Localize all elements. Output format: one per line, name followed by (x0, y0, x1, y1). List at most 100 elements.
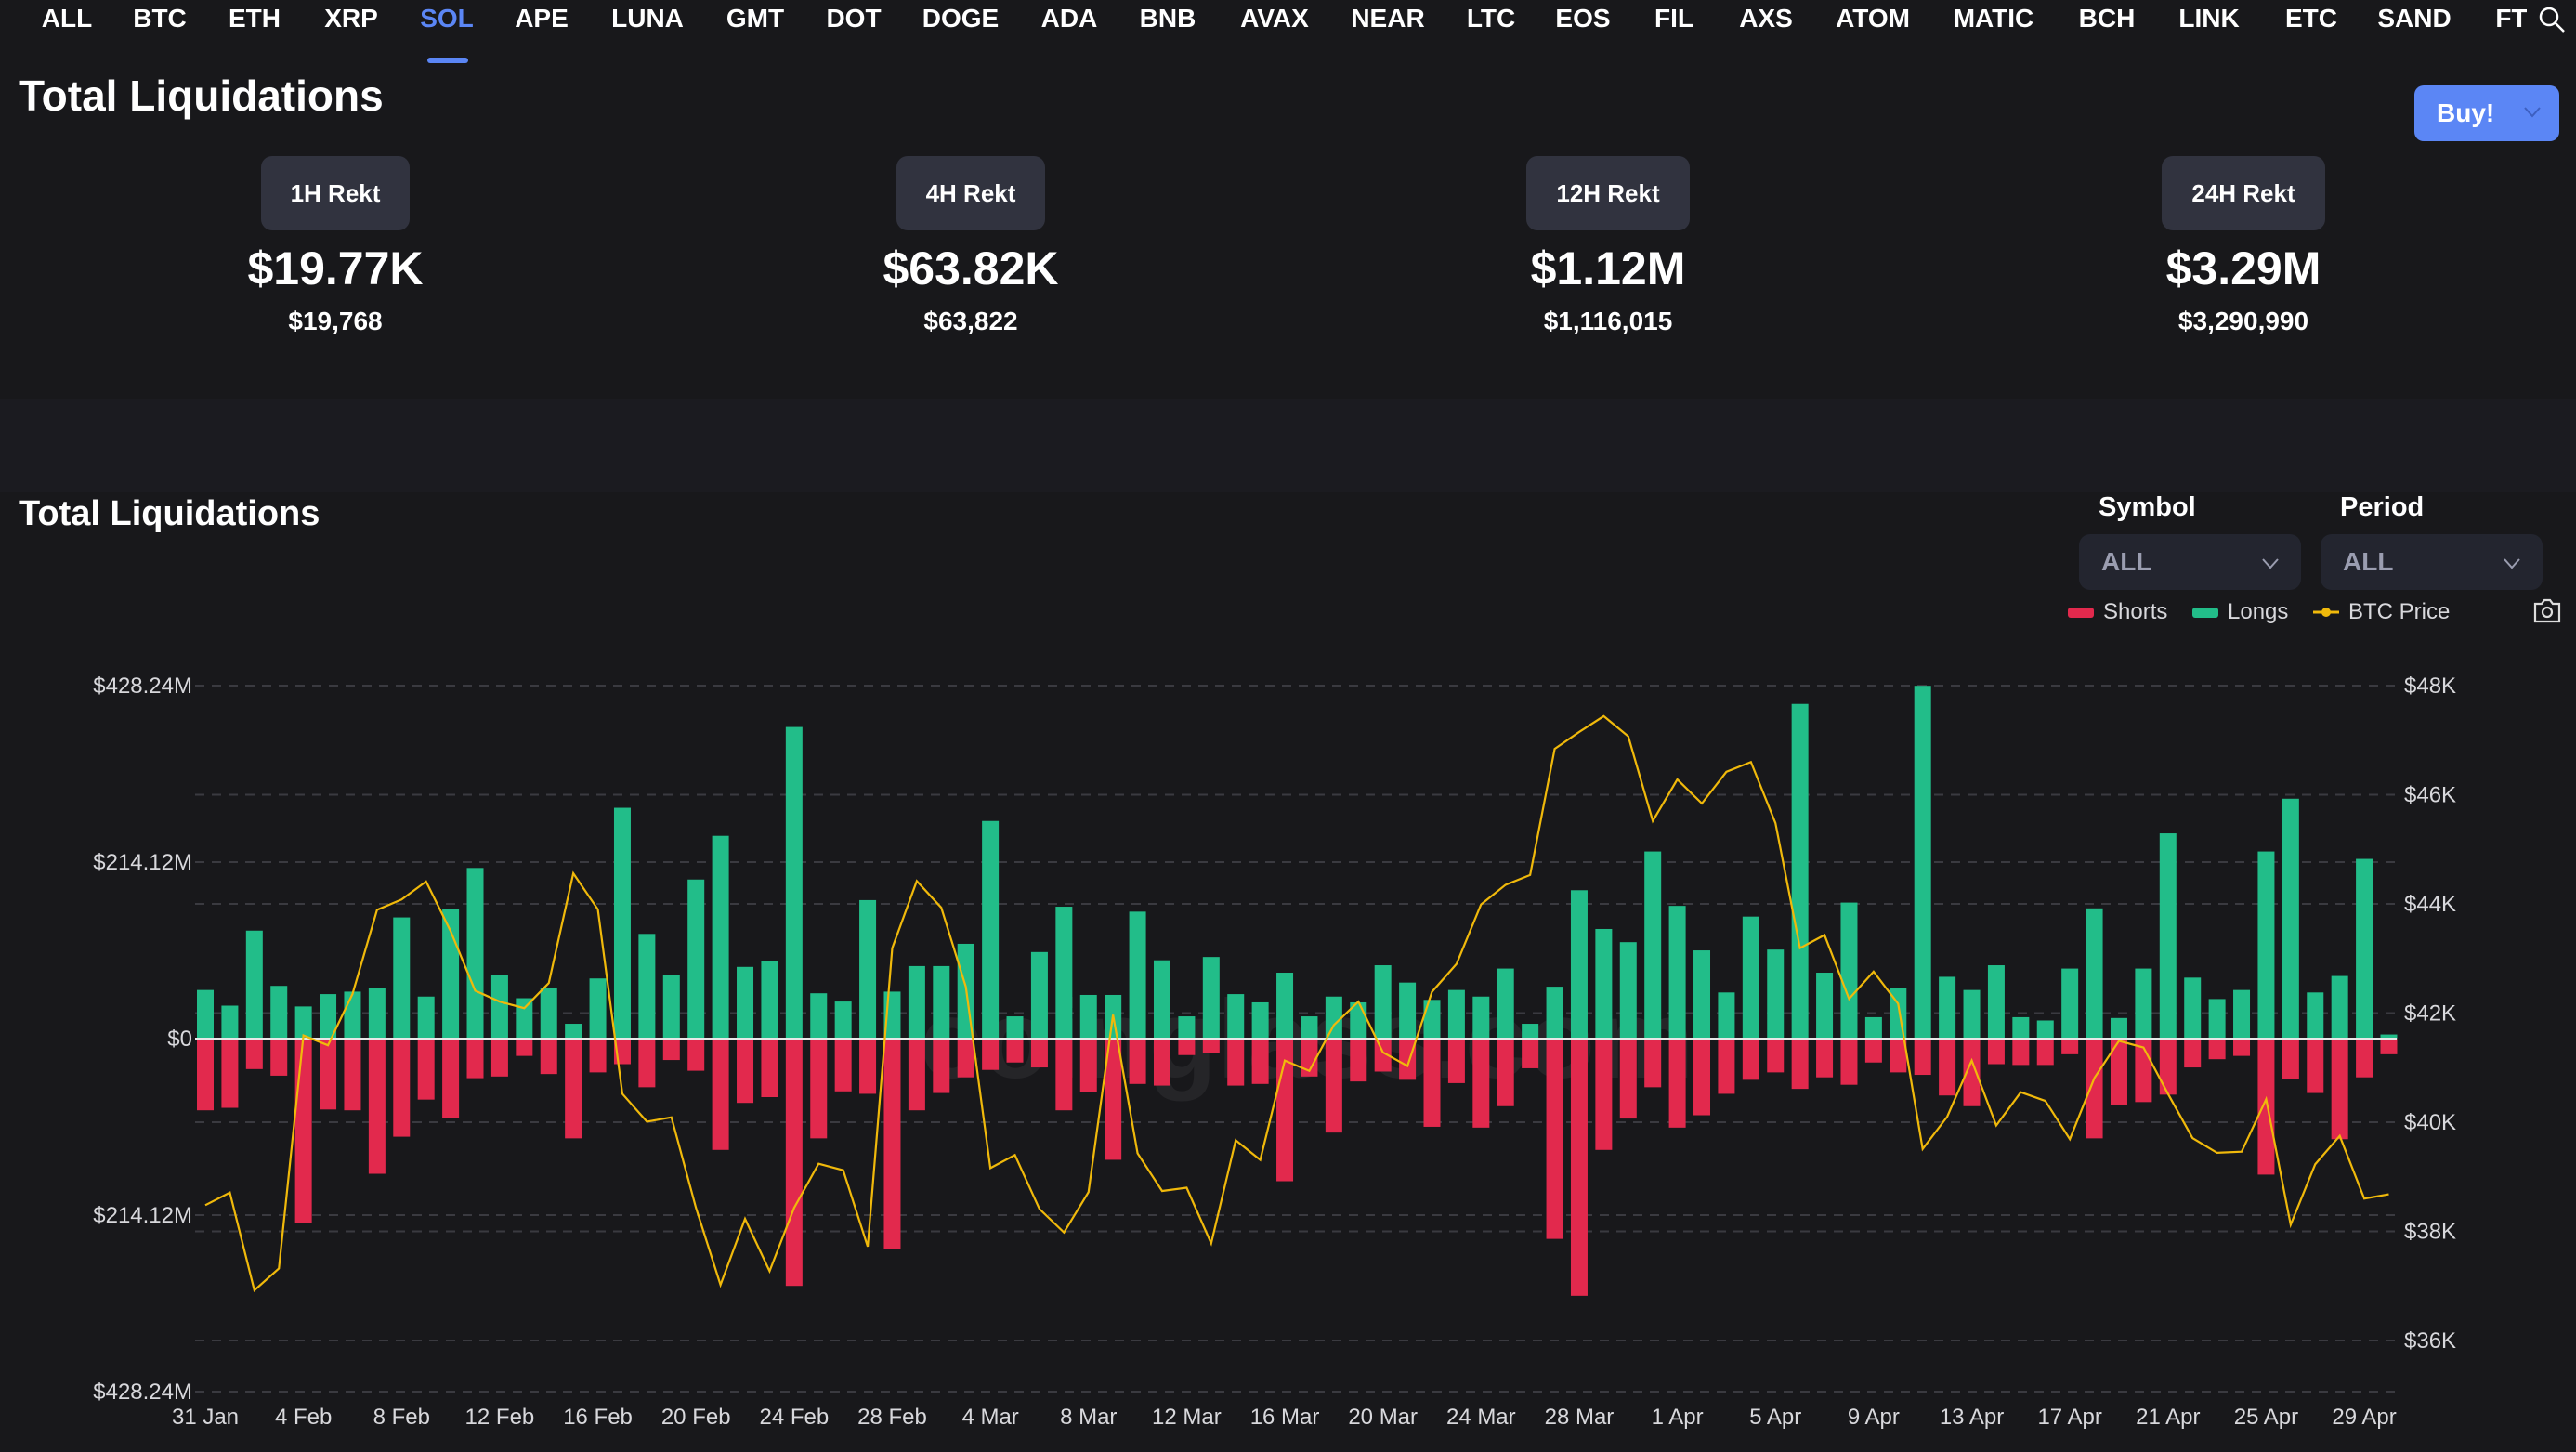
x-axis-tick: 8 Mar (1060, 1405, 1117, 1430)
left-axis-tick: $428.24M (93, 1380, 192, 1405)
long-bar (565, 1024, 582, 1039)
short-bar (1595, 1039, 1613, 1150)
long-bar (294, 1006, 312, 1039)
long-bar (1325, 996, 1342, 1039)
x-axis-tick: 12 Feb (465, 1405, 535, 1430)
liquidations-chart: $428.24M $214.12M $0 $214.12M $428.24M $48K $4… (93, 674, 2456, 1430)
long-bar (2257, 851, 2275, 1039)
x-axis-tick: 4 Mar (961, 1405, 1018, 1430)
long-bar (245, 930, 263, 1039)
long-bar (1767, 949, 1785, 1039)
short-bar (1350, 1039, 1367, 1082)
long-bar (834, 1001, 852, 1039)
short-bar (2012, 1039, 2030, 1066)
short-bar (1399, 1039, 1417, 1080)
long-bar (1742, 916, 1759, 1039)
long-bar (1570, 890, 1588, 1039)
x-axis-tick: 24 Mar (1446, 1405, 1516, 1430)
short-bar (1472, 1039, 1490, 1128)
x-axis-tick: 20 Feb (661, 1405, 731, 1430)
short-bar (1939, 1039, 1956, 1096)
right-axis-tick: $40K (2404, 1110, 2456, 1135)
long-bar (687, 879, 705, 1039)
short-bar (1079, 1039, 1097, 1092)
short-bar (2233, 1039, 2251, 1056)
long-bar (1595, 928, 1613, 1039)
long-bar (589, 978, 607, 1039)
short-bar (1006, 1039, 1024, 1063)
short-bar (1129, 1039, 1146, 1084)
long-bar (638, 934, 656, 1039)
long-bar (785, 726, 803, 1039)
short-bar (1055, 1039, 1073, 1111)
long-bar (2135, 968, 2152, 1039)
x-axis-tick: 5 Apr (1749, 1405, 1801, 1430)
long-bar (2331, 975, 2348, 1039)
short-bar (1742, 1039, 1759, 1080)
long-bar (1987, 965, 2005, 1039)
short-bar (638, 1039, 656, 1088)
long-bar (2356, 858, 2373, 1039)
short-bar (2086, 1039, 2103, 1139)
short-bar (2307, 1039, 2324, 1093)
short-bar (737, 1039, 754, 1104)
long-bar (1644, 851, 1662, 1039)
short-bar (2159, 1039, 2177, 1095)
x-axis-tick: 31 Jan (172, 1405, 239, 1430)
x-axis-tick: 17 Apr (2037, 1405, 2101, 1430)
short-bar (294, 1039, 312, 1223)
long-bar (1963, 989, 1981, 1039)
short-bar (933, 1039, 950, 1093)
long-bar (1472, 996, 1490, 1039)
left-axis-tick: $428.24M (93, 674, 192, 699)
long-bar (1301, 1016, 1318, 1039)
long-bar (466, 868, 484, 1039)
x-axis-tick: 9 Apr (1848, 1405, 1900, 1430)
short-bar (1153, 1039, 1170, 1086)
short-bar (2036, 1039, 2054, 1066)
long-bar (344, 991, 361, 1039)
short-bar (1718, 1039, 1735, 1094)
long-bar (221, 1005, 239, 1039)
long-bar (1030, 951, 1048, 1039)
left-axis-tick: $214.12M (93, 1203, 192, 1228)
long-bar (613, 807, 631, 1039)
long-bar (2086, 908, 2103, 1039)
x-axis-tick: 16 Mar (1250, 1405, 1320, 1430)
short-bar (2282, 1039, 2299, 1079)
short-bar (810, 1039, 828, 1139)
long-bar (2282, 798, 2299, 1039)
short-bar (712, 1039, 729, 1150)
short-bar (1840, 1039, 1858, 1085)
short-bar (589, 1039, 607, 1073)
short-bar (320, 1039, 337, 1110)
short-bar (1325, 1039, 1342, 1133)
short-bar (2257, 1039, 2275, 1175)
short-bar (957, 1039, 974, 1078)
x-axis-tick: 28 Feb (857, 1405, 927, 1430)
long-bar (1178, 1016, 1196, 1039)
short-bar (834, 1039, 852, 1092)
long-bar (2012, 1016, 2030, 1039)
long-bar (1693, 950, 1711, 1039)
long-bar (2233, 989, 2251, 1039)
x-axis-tick: 24 Feb (759, 1405, 829, 1430)
short-bar (1497, 1039, 1514, 1106)
short-bar (442, 1039, 460, 1118)
long-bar (197, 989, 214, 1039)
right-axis-tick: $42K (2404, 1001, 2456, 1027)
right-axis-tick: $44K (2404, 892, 2456, 917)
short-bar (1693, 1039, 1711, 1116)
long-bar (1006, 1016, 1024, 1039)
short-bar (883, 1039, 901, 1249)
long-bar (393, 917, 411, 1039)
long-bar (1791, 703, 1809, 1039)
long-bar (2208, 999, 2226, 1039)
long-bar (1864, 1016, 1882, 1039)
short-bar (1251, 1039, 1269, 1084)
long-bar (859, 899, 877, 1039)
short-bar (1914, 1039, 1931, 1076)
short-bar (1644, 1039, 1662, 1088)
short-bar (1668, 1039, 1686, 1128)
short-bar (540, 1039, 557, 1075)
